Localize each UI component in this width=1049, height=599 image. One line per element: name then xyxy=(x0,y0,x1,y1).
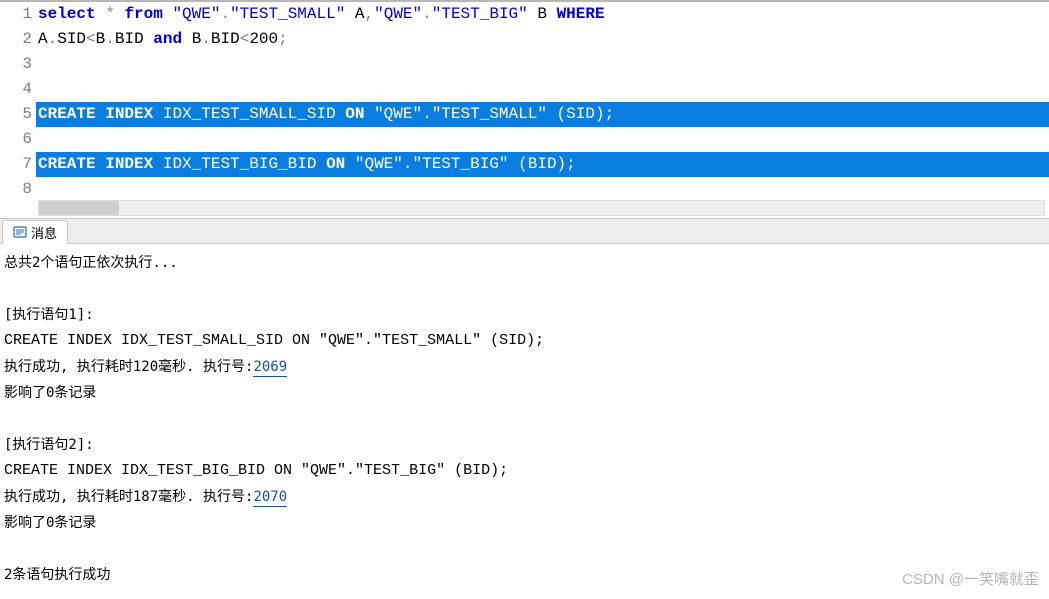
msg-stmt1-affected: 影响了0条记录 xyxy=(4,380,1045,406)
code-area[interactable]: select * from "QWE"."TEST_SMALL" A,"QWE"… xyxy=(36,2,1049,202)
code-line-7[interactable]: CREATE INDEX IDX_TEST_BIG_BID ON "QWE"."… xyxy=(36,152,1049,177)
line-number: 1 xyxy=(0,2,32,27)
msg-footer: 2条语句执行成功 xyxy=(4,562,1045,588)
code-line-4[interactable] xyxy=(36,77,1049,102)
code-line-8[interactable] xyxy=(36,177,1049,202)
msg-stmt1-sql: CREATE INDEX IDX_TEST_SMALL_SID ON "QWE"… xyxy=(4,328,1045,354)
results-tab-bar: 消息 xyxy=(0,218,1049,244)
line-number: 4 xyxy=(0,77,32,102)
line-number: 2 xyxy=(0,27,32,52)
line-number: 5 xyxy=(0,102,32,127)
messages-pane[interactable]: 总共2个语句正依次执行... [执行语句1]: CREATE INDEX IDX… xyxy=(0,244,1049,599)
line-number: 7 xyxy=(0,152,32,177)
msg-stmt1-success: 执行成功, 执行耗时120毫秒. 执行号:2069 xyxy=(4,354,1045,380)
sql-editor[interactable]: 1 2 3 4 5 6 7 8 select * from "QWE"."TES… xyxy=(0,2,1049,202)
line-number: 8 xyxy=(0,177,32,202)
code-line-6[interactable] xyxy=(36,127,1049,152)
exec-id-link[interactable]: 2069 xyxy=(253,359,287,377)
code-line-3[interactable] xyxy=(36,52,1049,77)
scrollbar-thumb[interactable] xyxy=(39,201,119,215)
msg-stmt1-label: [执行语句1]: xyxy=(4,302,1045,328)
tab-label: 消息 xyxy=(31,223,57,242)
code-line-1[interactable]: select * from "QWE"."TEST_SMALL" A,"QWE"… xyxy=(36,2,1049,27)
exec-id-link[interactable]: 2070 xyxy=(253,489,287,507)
msg-blank xyxy=(4,276,1045,302)
line-number: 6 xyxy=(0,127,32,152)
code-line-2[interactable]: A.SID<B.BID and B.BID<200; xyxy=(36,27,1049,52)
msg-stmt2-sql: CREATE INDEX IDX_TEST_BIG_BID ON "QWE"."… xyxy=(4,458,1045,484)
code-line-5[interactable]: CREATE INDEX IDX_TEST_SMALL_SID ON "QWE"… xyxy=(36,102,1049,127)
sql-editor-pane: 1 2 3 4 5 6 7 8 select * from "QWE"."TES… xyxy=(0,0,1049,218)
msg-stmt2-affected: 影响了0条记录 xyxy=(4,510,1045,536)
messages-icon xyxy=(13,225,27,239)
watermark-text: CSDN @一笑嘴就歪 xyxy=(902,567,1039,593)
msg-blank xyxy=(4,536,1045,562)
tab-messages[interactable]: 消息 xyxy=(2,220,68,244)
msg-stmt2-label: [执行语句2]: xyxy=(4,432,1045,458)
line-number: 3 xyxy=(0,52,32,77)
editor-horizontal-scrollbar[interactable] xyxy=(38,200,1045,216)
line-number-gutter: 1 2 3 4 5 6 7 8 xyxy=(0,2,36,202)
msg-header: 总共2个语句正依次执行... xyxy=(4,250,1045,276)
msg-blank xyxy=(4,406,1045,432)
msg-stmt2-success: 执行成功, 执行耗时187毫秒. 执行号:2070 xyxy=(4,484,1045,510)
